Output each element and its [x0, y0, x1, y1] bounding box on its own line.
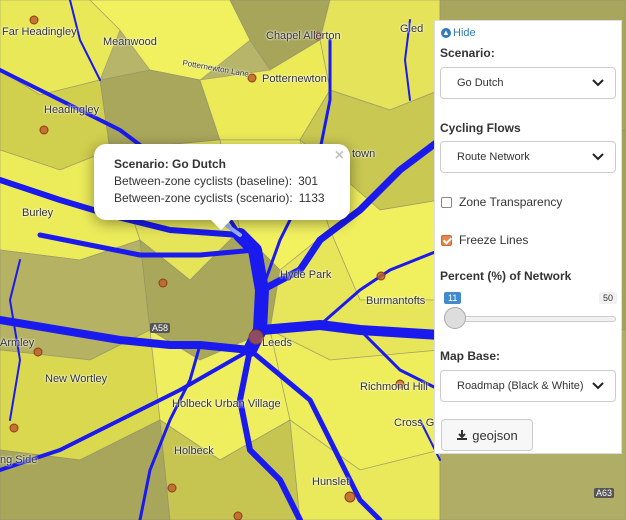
- percent-slider-handle[interactable]: [444, 307, 466, 329]
- place-label-holbeck-urban-village: Holbeck Urban Village: [172, 398, 281, 410]
- control-panel: ▲ Hide Scenario: Go Dutch Cycling Flows …: [434, 20, 622, 454]
- geojson-button-label: geojson: [472, 427, 518, 443]
- popup-row-label: Between-zone cyclists (scenario):: [114, 191, 293, 205]
- percent-network-label: Percent (%) of Network: [440, 269, 572, 283]
- cycling-flows-select-value: Route Network: [457, 151, 530, 163]
- slider-max-badge: 50: [598, 292, 617, 304]
- checkbox-box[interactable]: [441, 196, 452, 208]
- place-label-burley: Burley: [22, 207, 54, 219]
- chevron-up-circle-icon: ▲: [441, 28, 451, 38]
- place-label-armley: Armley: [0, 337, 35, 349]
- place-label-ng-side: ng Side: [0, 454, 38, 466]
- scenario-select-value: Go Dutch: [457, 77, 504, 89]
- popup-close-button[interactable]: ×: [335, 147, 344, 165]
- chevron-down-icon: [592, 382, 604, 390]
- map-base-select[interactable]: Roadmap (Black & White): [440, 370, 616, 402]
- place-label-headingley: Headingley: [44, 104, 100, 116]
- place-label-town: town: [352, 148, 376, 160]
- map-base-label: Map Base:: [440, 349, 501, 363]
- freeze-lines-checkbox[interactable]: Freeze Lines: [441, 233, 528, 247]
- zone-transparency-checkbox[interactable]: Zone Transparency: [441, 195, 562, 209]
- zone-transparency-label: Zone Transparency: [459, 195, 563, 209]
- place-label-richmond-hill: Richmond Hill: [360, 381, 428, 393]
- chevron-down-icon: [592, 153, 604, 161]
- place-label-far-headingley: Far Headingley: [2, 26, 77, 38]
- place-label-new-wortley: New Wortley: [45, 373, 108, 385]
- place-label-potternewton: Potternewton: [262, 73, 327, 85]
- popup-row-value: 1133: [298, 191, 325, 205]
- place-label-chapel-allerton: Chapel Allerton: [266, 30, 341, 42]
- freeze-lines-label: Freeze Lines: [459, 233, 529, 247]
- popup-row-baseline: Between-zone cyclists (baseline): 301: [114, 173, 325, 190]
- place-label-burmantofts: Burmantofts: [366, 295, 426, 307]
- percent-slider-track[interactable]: [444, 316, 616, 322]
- place-label-hyde-park: Hyde Park: [280, 269, 332, 281]
- cycling-flows-label: Cycling Flows: [440, 121, 521, 135]
- popup-row-value: 301: [298, 174, 319, 188]
- place-label-hunslet: Hunslet: [312, 476, 350, 488]
- popup-row-scenario: Between-zone cyclists (scenario): 1133: [114, 190, 325, 207]
- place-label-a58: A58: [150, 323, 171, 333]
- hide-label: Hide: [453, 27, 476, 39]
- place-label-gledhow: Gled: [400, 23, 424, 35]
- download-icon: [457, 430, 468, 440]
- place-label-leeds: Leeds: [262, 337, 292, 349]
- place-label-meanwood: Meanwood: [103, 36, 157, 48]
- scenario-label: Scenario:: [440, 46, 495, 60]
- scenario-select[interactable]: Go Dutch: [440, 67, 616, 99]
- checkbox-box-checked[interactable]: [441, 234, 452, 246]
- geojson-download-button[interactable]: geojson: [441, 419, 533, 451]
- place-label-holbeck: Holbeck: [174, 445, 214, 457]
- chevron-down-icon: [592, 79, 604, 87]
- map-base-select-value: Roadmap (Black & White): [457, 380, 584, 392]
- place-label-a63: A63: [594, 488, 615, 498]
- popup-title: Scenario: Go Dutch: [114, 157, 227, 171]
- popup-content: Scenario: Go Dutch Between-zone cyclists…: [114, 156, 325, 207]
- slider-value-badge: 11: [444, 292, 462, 304]
- hide-panel-link[interactable]: ▲ Hide: [441, 27, 476, 39]
- cycling-flows-select[interactable]: Route Network: [440, 141, 616, 173]
- route-popup: × Scenario: Go Dutch Between-zone cyclis…: [94, 144, 350, 230]
- popup-row-label: Between-zone cyclists (baseline):: [114, 174, 293, 188]
